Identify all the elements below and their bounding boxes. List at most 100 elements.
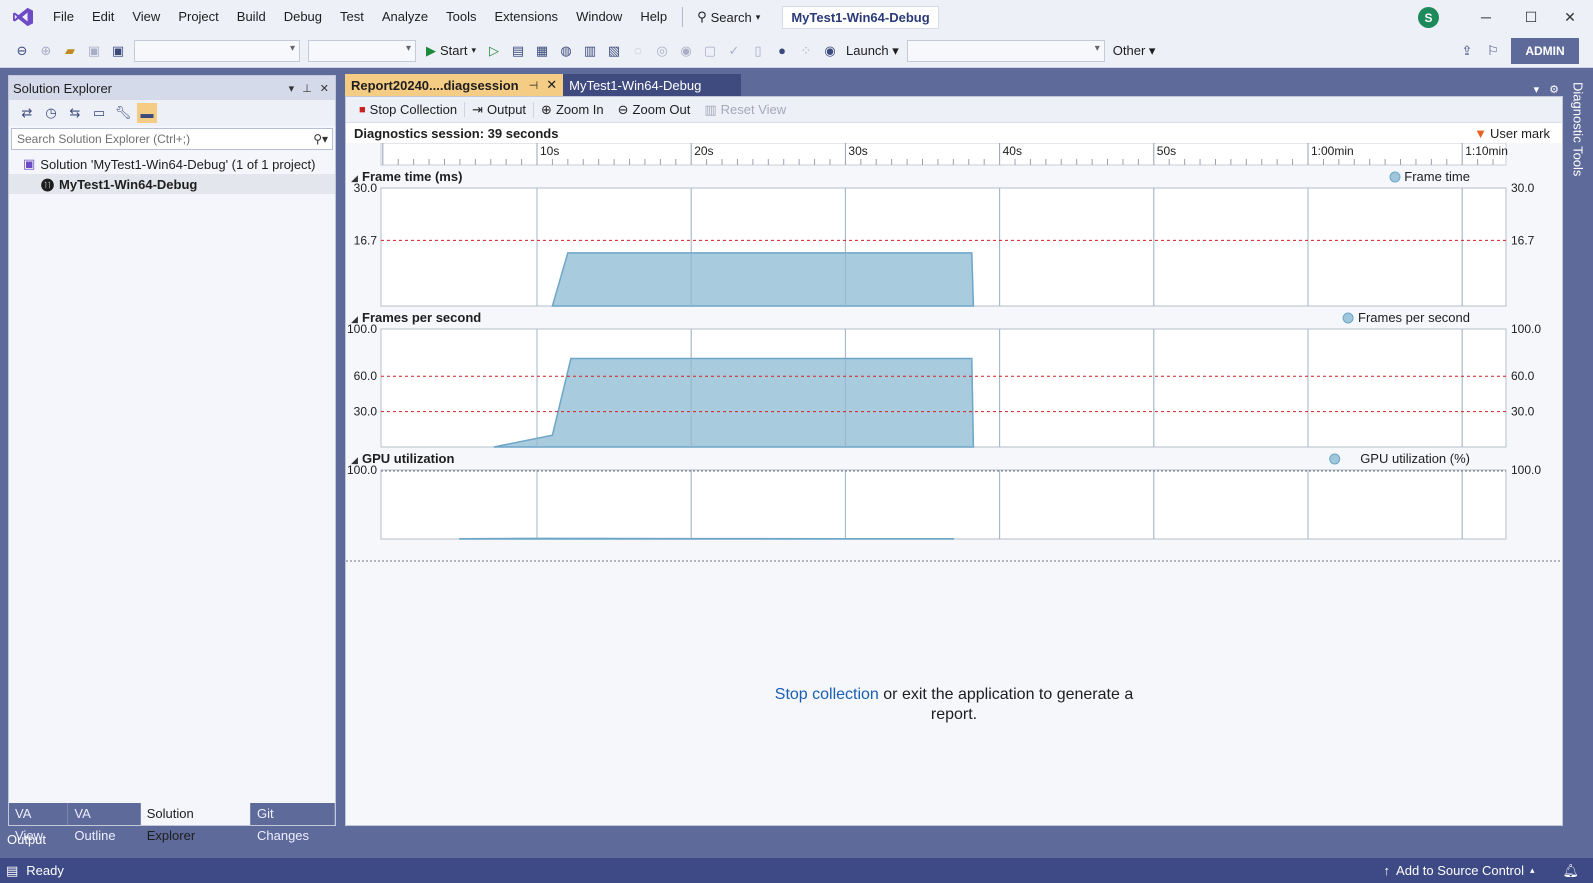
menu-item-build[interactable]: Build <box>228 0 275 34</box>
pin-icon[interactable]: ⊣ <box>529 79 539 92</box>
y-tick-label-right: 30.0 <box>1511 181 1535 195</box>
solution-node[interactable]: ▣ Solution 'MyTest1-Win64-Debug' (1 of 1… <box>9 154 335 174</box>
tab-project[interactable]: MyTest1-Win64-Debug <box>563 74 742 96</box>
box-dim-icon[interactable]: ▢ <box>700 41 720 61</box>
tab-diagsession[interactable]: Report20240....diagsession ⊣ ✕ <box>345 74 564 96</box>
chart-legend-label: Frame time <box>1404 169 1470 184</box>
document-tabs: Report20240....diagsession ⊣ ✕ MyTest1-W… <box>345 74 1563 96</box>
source-control-button[interactable]: ↑ Add to Source Control ▴ <box>1384 863 1535 878</box>
sphere-icon[interactable]: ● <box>772 41 792 61</box>
forward-icon[interactable]: ⊕ <box>36 41 56 61</box>
collapse-all-icon[interactable]: ▭ <box>89 103 109 123</box>
solution-search-input[interactable]: Search Solution Explorer (Ctrl+;) ⚲▾ <box>11 128 333 150</box>
properties-icon[interactable]: 🔧︎ <box>113 103 133 123</box>
menu-item-extensions[interactable]: Extensions <box>485 0 567 34</box>
close-button[interactable]: ✕ <box>1547 0 1593 34</box>
attach-icon[interactable]: ◍ <box>556 41 576 61</box>
menu-item-debug[interactable]: Debug <box>275 0 331 34</box>
y-tick-label-left: 100.0 <box>347 322 377 336</box>
time-tick-label: 30s <box>848 144 867 158</box>
close-panel-icon[interactable]: ✕ <box>320 82 329 95</box>
solution-explorer-header: Solution Explorer ▾ ⊥ ✕ <box>9 76 335 100</box>
menu-item-edit[interactable]: Edit <box>83 0 123 34</box>
launch-dropdown[interactable]: Launch ▾ <box>842 43 903 59</box>
gear-dim-icon[interactable]: ◎ <box>652 41 672 61</box>
solution-explorer-toolbar: ⇄ ◷ ⇆ ▭ 🔧︎ ▬ <box>9 100 335 126</box>
link-icon[interactable]: ◌ <box>628 41 648 61</box>
tab-git-changes[interactable]: Git Changes <box>251 803 335 843</box>
menu-item-view[interactable]: View <box>123 0 169 34</box>
tab-va-outline[interactable]: VA Outline <box>68 803 141 843</box>
feedback-icon[interactable]: ⚐ <box>1483 41 1503 61</box>
y-tick-label-right: 100.0 <box>1511 463 1541 477</box>
pin-icon[interactable]: ⊥ <box>302 82 312 95</box>
dropdown-icon[interactable]: ▾ <box>289 82 295 95</box>
doc-dim-icon[interactable]: ▯ <box>748 41 768 61</box>
stop-collection-link[interactable]: Stop collection <box>775 686 879 703</box>
session-duration: Diagnostics session: 39 seconds <box>354 125 559 141</box>
project-node[interactable]: ⓫ MyTest1-Win64-Debug <box>9 174 335 194</box>
time-tick-label: 40s <box>1003 144 1022 158</box>
menu-item-file[interactable]: File <box>44 0 83 34</box>
frame-icon[interactable]: ▧ <box>604 41 624 61</box>
target-dim-icon[interactable]: ◉ <box>676 41 696 61</box>
history-icon[interactable]: ◷ <box>41 103 61 123</box>
project-icon: ⓫ <box>41 177 55 193</box>
launch-target-combo[interactable] <box>906 39 1105 62</box>
dots-dim-icon[interactable]: ⁘ <box>796 41 816 61</box>
share-icon[interactable]: ⇪ <box>1457 41 1477 61</box>
save-all-icon[interactable]: ▣ <box>108 41 128 61</box>
output-tab[interactable]: Output <box>7 830 46 850</box>
notifications-icon[interactable]: 🔔︎ <box>1562 863 1579 879</box>
capture-icon[interactable]: ▥ <box>580 41 600 61</box>
user-avatar[interactable]: S <box>1418 7 1439 28</box>
time-tick-label: 10s <box>540 144 559 158</box>
menu-item-tools[interactable]: Tools <box>437 0 485 34</box>
search-button[interactable]: ⚲ Search ▾ <box>689 9 768 25</box>
close-tab-icon[interactable]: ✕ <box>546 77 557 93</box>
tab-solution-explorer[interactable]: Solution Explorer <box>140 803 251 843</box>
maximize-icon: ☐ <box>1524 8 1538 25</box>
chevron-down-icon: ▾ <box>471 45 476 55</box>
user-mark-icon: ▼ <box>1474 125 1488 141</box>
back-icon[interactable]: ⊖ <box>12 41 32 61</box>
open-folder-icon[interactable]: ▰ <box>60 41 80 61</box>
save-icon[interactable]: ▣ <box>84 41 104 61</box>
menu-item-test[interactable]: Test <box>331 0 373 34</box>
output-tab-bar: Output <box>0 830 1593 850</box>
solution-icon: ▣ <box>23 156 36 171</box>
settings-icon[interactable]: ⚙ <box>1549 83 1559 96</box>
platform-combo[interactable] <box>308 39 416 62</box>
switch-views-icon[interactable]: ⇄ <box>17 103 37 123</box>
zoom-out-button[interactable]: ⊖ Zoom Out <box>611 102 698 118</box>
other-dropdown[interactable]: Other ▾ <box>1109 43 1160 59</box>
reset-view-button[interactable]: ▥ Reset View <box>697 102 793 118</box>
report-message: Stop collection or exit the application … <box>774 686 1134 723</box>
menu-item-project[interactable]: Project <box>169 0 227 34</box>
configuration-combo[interactable] <box>134 39 300 62</box>
menu-item-help[interactable]: Help <box>631 0 676 34</box>
tab-list-icon[interactable]: ▾ <box>1534 83 1540 96</box>
preview-icon[interactable]: ▬ <box>137 103 157 123</box>
y-tick-label-left: 60.0 <box>354 369 378 383</box>
admin-button[interactable]: ADMIN <box>1511 38 1579 64</box>
diagnostic-tools-side-tab[interactable]: Diagnostic Tools <box>1565 74 1591 184</box>
record-icon[interactable]: ◉ <box>820 41 840 61</box>
menu-item-analyze[interactable]: Analyze <box>373 0 437 34</box>
menu-item-window[interactable]: Window <box>567 0 631 34</box>
browse-icon[interactable]: ▤ <box>508 41 528 61</box>
chart-legend-swatch <box>1342 312 1354 324</box>
minimize-button[interactable]: ─ <box>1463 0 1509 34</box>
check-dim-icon[interactable]: ✓ <box>724 41 744 61</box>
output-button[interactable]: ⇥ Output <box>465 101 535 118</box>
tab-va-view[interactable]: VA View <box>9 803 69 843</box>
chart-legend-label: Frames per second <box>1358 310 1470 325</box>
sync-icon[interactable]: ⇆ <box>65 103 85 123</box>
start-without-debugging-icon[interactable]: ▷ <box>484 41 504 61</box>
y-tick-label-left: 30.0 <box>354 181 378 195</box>
layout-icon[interactable]: ▦ <box>532 41 552 61</box>
stop-collection-button[interactable]: ■ Stop Collection <box>352 102 466 117</box>
start-debugging-button[interactable]: ▶ Start ▾ <box>420 43 482 59</box>
zoom-in-button[interactable]: ⊕ Zoom In <box>534 102 611 118</box>
diagnostics-toolbar: ■ Stop Collection ⇥ Output ⊕ Zoom In ⊖ Z… <box>346 97 1562 123</box>
